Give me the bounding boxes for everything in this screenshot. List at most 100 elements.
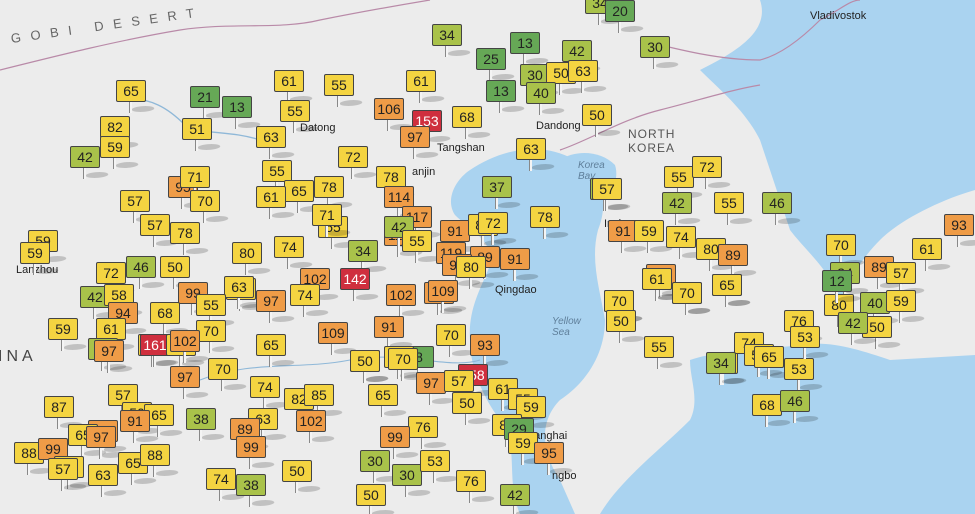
aqi-station-marker[interactable]: 30 — [392, 464, 433, 498]
aqi-station-marker[interactable]: 97 — [256, 290, 297, 324]
aqi-station-marker[interactable]: 55 — [714, 192, 755, 226]
aqi-station-marker[interactable]: 61 — [256, 186, 297, 220]
aqi-station-marker[interactable]: 40 — [526, 82, 567, 116]
aqi-station-marker[interactable]: 68 — [752, 394, 793, 428]
aqi-station-marker[interactable]: 63 — [516, 138, 557, 172]
aqi-station-marker[interactable]: 38 — [236, 474, 277, 508]
aqi-station-marker[interactable]: 91 — [374, 316, 415, 350]
aqi-station-marker[interactable]: 50 — [582, 104, 623, 138]
aqi-station-marker[interactable]: 142 — [340, 268, 381, 302]
aqi-station-marker[interactable]: 55 — [402, 230, 443, 264]
aqi-station-marker[interactable]: 70 — [208, 358, 249, 392]
aqi-station-marker[interactable]: 70 — [388, 348, 429, 382]
aqi-station-marker[interactable]: 61 — [912, 238, 953, 272]
aqi-station-marker[interactable]: 55 — [324, 74, 365, 108]
aqi-station-marker[interactable]: 42 — [500, 484, 541, 514]
aqi-station-marker[interactable]: 70 — [196, 320, 237, 354]
aqi-station-marker[interactable]: 78 — [530, 206, 571, 240]
aqi-station-marker[interactable]: 13 — [510, 32, 551, 66]
aqi-station-marker[interactable]: 50 — [452, 392, 493, 426]
aqi-station-marker[interactable]: 59 — [20, 242, 61, 276]
aqi-station-marker[interactable]: 55 — [644, 336, 685, 370]
aqi-station-marker[interactable]: 59 — [48, 318, 89, 352]
aqi-station-marker[interactable]: 91 — [500, 248, 541, 282]
aqi-station-marker[interactable]: 65 — [368, 384, 409, 418]
aqi-station-marker[interactable]: 65 — [256, 334, 297, 368]
aqi-station-marker[interactable]: 102 — [296, 410, 337, 444]
aqi-station-marker[interactable]: 25 — [476, 48, 517, 82]
aqi-station-marker[interactable]: 53 — [790, 326, 831, 360]
aqi-station-marker[interactable]: 42 — [70, 146, 111, 180]
aqi-station-marker[interactable]: 50 — [356, 484, 397, 514]
aqi-station-marker[interactable]: 50 — [282, 460, 323, 494]
aqi-station-marker[interactable]: 76 — [456, 470, 497, 504]
aqi-station-marker[interactable]: 13 — [222, 96, 263, 130]
aqi-station-marker[interactable]: 57 — [592, 178, 633, 212]
aqi-station-marker[interactable]: 65 — [116, 80, 157, 114]
aqi-station-marker[interactable]: 63 — [224, 276, 265, 310]
aqi-station-marker[interactable]: 34 — [706, 352, 747, 386]
aqi-station-marker[interactable]: 65 — [284, 180, 325, 214]
aqi-station-marker[interactable]: 80 — [232, 242, 273, 276]
aqi-station-marker[interactable]: 68 — [452, 106, 493, 140]
aqi-station-marker[interactable]: 21 — [190, 86, 231, 120]
aqi-station-marker[interactable]: 97 — [400, 126, 441, 160]
aqi-station-marker[interactable]: 74 — [666, 226, 707, 260]
aqi-map[interactable]: G O B I D E S E R T Vladivostok NORTH KORE… — [0, 0, 975, 514]
aqi-station-marker[interactable]: 50 — [350, 350, 391, 384]
aqi-station-marker[interactable]: 97 — [416, 372, 457, 406]
aqi-station-marker[interactable]: 65 — [754, 346, 795, 380]
aqi-station-marker[interactable]: 12 — [822, 270, 863, 304]
aqi-station-marker[interactable]: 37 — [482, 176, 523, 210]
aqi-station-marker[interactable]: 63 — [568, 60, 609, 94]
aqi-station-marker[interactable]: 61 — [406, 70, 447, 104]
aqi-station-marker[interactable]: 74 — [250, 376, 291, 410]
aqi-station-marker[interactable]: 65 — [712, 274, 753, 308]
aqi-station-marker[interactable]: 76 — [408, 416, 449, 450]
aqi-station-marker[interactable]: 34 — [432, 24, 473, 58]
aqi-station-marker[interactable]: 89 — [718, 244, 759, 278]
aqi-station-marker[interactable]: 63 — [88, 464, 129, 498]
aqi-station-marker[interactable]: 70 — [672, 282, 713, 316]
aqi-station-marker[interactable]: 80 — [456, 256, 497, 290]
aqi-station-marker[interactable]: 74 — [290, 284, 331, 318]
aqi-station-marker[interactable]: 102 — [386, 284, 427, 318]
aqi-station-marker[interactable]: 20 — [605, 0, 646, 34]
aqi-station-marker[interactable]: 102 — [170, 330, 211, 364]
aqi-station-marker[interactable]: 59 — [634, 220, 675, 254]
aqi-station-marker[interactable]: 72 — [478, 212, 519, 246]
aqi-station-marker[interactable]: 38 — [186, 408, 227, 442]
aqi-station-marker[interactable]: 57 — [140, 214, 181, 248]
aqi-station-marker[interactable]: 61 — [274, 70, 315, 104]
aqi-station-marker[interactable]: 46 — [780, 390, 821, 424]
aqi-station-marker[interactable]: 70 — [436, 324, 477, 358]
aqi-station-marker[interactable]: 30 — [360, 450, 401, 484]
aqi-station-marker[interactable]: 42 — [838, 312, 879, 346]
aqi-station-marker[interactable]: 97 — [94, 340, 135, 374]
aqi-station-marker[interactable]: 46 — [762, 192, 803, 226]
aqi-station-marker[interactable]: 74 — [206, 468, 247, 502]
aqi-station-marker[interactable]: 61 — [642, 268, 683, 302]
aqi-station-marker[interactable]: 13 — [486, 80, 527, 114]
aqi-station-marker[interactable]: 99 — [236, 436, 277, 470]
aqi-station-marker[interactable]: 30 — [640, 36, 681, 70]
aqi-station-marker[interactable]: 109 — [318, 322, 359, 356]
aqi-station-marker[interactable]: 93 — [944, 214, 975, 248]
aqi-station-marker[interactable]: 78 — [170, 222, 211, 256]
aqi-station-marker[interactable]: 51 — [182, 118, 223, 152]
aqi-station-marker[interactable]: 91 — [120, 410, 161, 444]
aqi-station-marker[interactable]: 57 — [48, 458, 89, 492]
aqi-station-marker[interactable]: 50 — [606, 310, 647, 344]
aqi-station-marker[interactable]: 74 — [274, 236, 315, 270]
aqi-station-marker[interactable]: 72 — [692, 156, 733, 190]
aqi-station-marker[interactable]: 97 — [86, 426, 127, 460]
aqi-station-marker[interactable]: 93 — [470, 334, 511, 368]
aqi-station-marker[interactable]: 55 — [280, 100, 321, 134]
aqi-station-marker[interactable]: 109 — [428, 280, 469, 314]
aqi-station-marker[interactable]: 42 — [662, 192, 703, 226]
aqi-station-marker[interactable]: 97 — [170, 366, 211, 400]
aqi-station-marker[interactable]: 70 — [190, 190, 231, 224]
aqi-station-marker[interactable]: 88 — [140, 444, 181, 478]
aqi-station-marker[interactable]: 72 — [338, 146, 379, 180]
aqi-station-marker[interactable]: 53 — [420, 450, 461, 484]
